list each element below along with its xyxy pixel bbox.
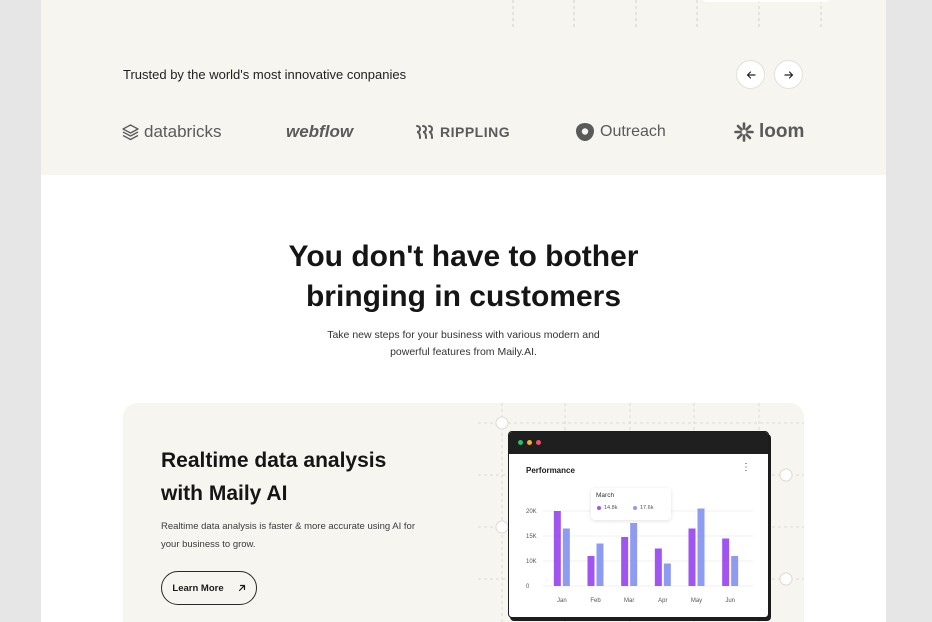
subheadline-line-2: powerful features from Maily.AI. [390,346,537,358]
feature-title-line-1: Realtime data analysis [161,449,387,472]
logo-outreach-text: Outreach [600,123,666,140]
chart-bar [562,528,570,586]
headline-line-2: bringing in customers [305,280,622,313]
logo-loom: loom [734,120,804,144]
feature-title-line-2: with Maily AI [161,482,288,505]
headline-line-1: You don't have to bother [288,240,639,273]
outreach-logo-icon [576,123,594,141]
rippling-logo-icon [416,125,434,139]
logo-outreach: Outreach [575,120,666,144]
loom-logo-icon [734,122,754,142]
tooltip-dot-b [633,506,637,510]
landing-page: Trusted by the world's most innovative c… [41,0,886,622]
feature-description-line-1: Realtime data analysis is faster & more … [161,521,415,532]
performance-chart: 0 10K 15K 20K Jan Feb Mar Apr May Jun [526,508,753,604]
chart-bar [621,537,629,586]
chart-bar [722,538,730,586]
logo-loom-text: loom [759,121,805,142]
y-tick-label: 10K [526,559,537,565]
chart-bar [663,563,671,586]
trusted-companies-section: Trusted by the world's most innovative c… [41,0,886,175]
logo-webflow: webflow [286,120,353,144]
y-tick-label: 15K [526,534,537,540]
chart-tooltip: March 14.8k 17.6k [591,488,671,520]
feature-title: Realtime data analysis with Maily AI [161,444,386,510]
chart-bar [654,548,662,586]
trusted-title: Trusted by the world's most innovative c… [123,67,407,82]
feature-description-line-2: your business to grow. [161,539,256,550]
chart-bar [731,556,739,586]
dashboard-window: Performance ⋮ 0 10K 15K 20K Jan Feb Mar Apr May J… [508,431,769,618]
logo-databricks-text: databricks [144,122,222,141]
logo-webflow-text: webflow [286,122,354,141]
chart-bar [697,508,705,586]
arrow-left-icon [746,70,756,79]
tooltip-item-b: 17.6k [633,505,653,511]
carousel-next-button[interactable] [774,60,803,89]
x-tick-label: May [691,598,702,604]
section-subheadline: Take new steps for your business with va… [41,327,886,361]
x-tick-label: Jan [557,598,567,604]
x-tick-label: Mar [624,598,634,604]
x-tick-label: Jun [725,598,735,604]
logo-rippling: RIPPLING [415,120,510,144]
arrow-up-right-icon [238,584,245,592]
chart-bar [688,528,696,586]
learn-more-label: Learn More [172,582,224,594]
tooltip-month: March [596,492,615,499]
tooltip-value-b: 17.6k [640,505,654,511]
x-tick-label: Apr [658,598,667,604]
y-tick-label: 20K [526,509,537,515]
arrow-right-icon [783,70,793,79]
decorative-grid [512,0,830,30]
tooltip-value-a: 14.8k [604,505,618,511]
y-tick-label: 0 [526,584,530,590]
chart-bar [587,556,595,586]
section-headline: You don't have to bother bringing in cus… [41,237,886,317]
feature-description: Realtime data analysis is faster & more … [161,518,415,554]
chart-bar [596,543,604,586]
chart-bar [553,511,561,586]
tooltip-dot-a [597,506,601,510]
logo-rippling-text: RIPPLING [440,124,511,140]
tooltip-item-a: 14.8k [597,505,617,511]
logo-databricks: databricks [122,120,221,144]
chart-bar [630,523,638,586]
databricks-logo-icon [122,123,139,140]
learn-more-button[interactable]: Learn More [161,571,257,605]
carousel-prev-button[interactable] [736,60,765,89]
subheadline-line-1: Take new steps for your business with va… [327,329,600,341]
x-tick-label: Feb [590,598,601,604]
